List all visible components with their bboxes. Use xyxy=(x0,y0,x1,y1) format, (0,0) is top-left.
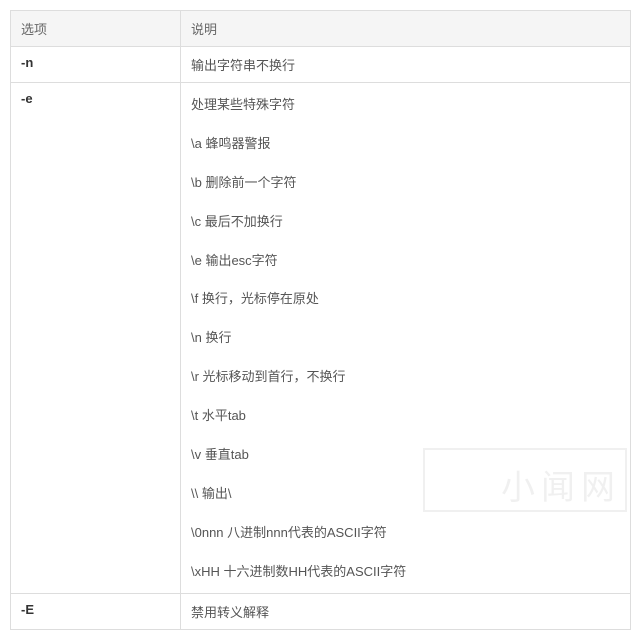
description-line: \v 垂直tab xyxy=(191,441,620,480)
description-line: 处理某些特殊字符 xyxy=(191,91,620,130)
description-line: \e 输出esc字符 xyxy=(191,247,620,286)
table-header-row: 选项 说明 xyxy=(11,11,631,47)
description-cell: 处理某些特殊字符\a 蜂鸣器警报\b 删除前一个字符\c 最后不加换行\e 输出… xyxy=(181,83,631,594)
description-line: \xHH 十六进制数HH代表的ASCII字符 xyxy=(191,558,620,585)
header-description: 说明 xyxy=(181,11,631,47)
option-cell: -n xyxy=(11,47,181,83)
table-row: -e处理某些特殊字符\a 蜂鸣器警报\b 删除前一个字符\c 最后不加换行\e … xyxy=(11,83,631,594)
description-cell: 输出字符串不换行 xyxy=(181,47,631,83)
description-line: \t 水平tab xyxy=(191,402,620,441)
table-row: -E禁用转义解释 xyxy=(11,593,631,629)
option-cell: -E xyxy=(11,593,181,629)
description-line: \a 蜂鸣器警报 xyxy=(191,130,620,169)
description-cell: 禁用转义解释 xyxy=(181,593,631,629)
description-line: \r 光标移动到首行，不换行 xyxy=(191,363,620,402)
description-line: \0nnn 八进制nnn代表的ASCII字符 xyxy=(191,519,620,558)
description-line: \n 换行 xyxy=(191,324,620,363)
description-line: \\ 输出\ xyxy=(191,480,620,519)
header-option: 选项 xyxy=(11,11,181,47)
option-cell: -e xyxy=(11,83,181,594)
options-table: 选项 说明 -n输出字符串不换行-e处理某些特殊字符\a 蜂鸣器警报\b 删除前… xyxy=(10,10,631,630)
description-line: \c 最后不加换行 xyxy=(191,208,620,247)
table-row: -n输出字符串不换行 xyxy=(11,47,631,83)
description-line: \f 换行，光标停在原处 xyxy=(191,285,620,324)
description-line: \b 删除前一个字符 xyxy=(191,169,620,208)
